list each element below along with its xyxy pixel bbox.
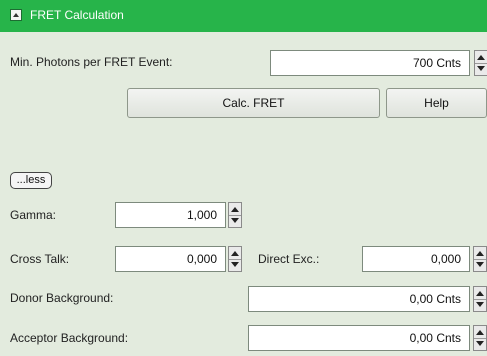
gamma-label: Gamma: [10,208,57,222]
cross-talk-label: Cross Talk: [10,252,70,266]
stepper-down-icon[interactable] [476,341,484,346]
acceptor-background-stepper[interactable] [473,325,487,351]
gamma-input[interactable]: 1,000 [115,202,226,228]
stepper-up-icon[interactable] [231,207,239,212]
donor-background-stepper[interactable] [473,286,487,312]
cross-talk-input[interactable]: 0,000 [115,246,226,272]
min-photons-label: Min. Photons per FRET Event: [10,55,173,69]
stepper-down-icon[interactable] [476,302,484,307]
stepper-down-icon[interactable] [231,262,239,267]
cross-talk-stepper[interactable] [228,246,242,272]
acceptor-background-label: Acceptor Background: [10,331,129,345]
panel-header: FRET Calculation [0,0,487,32]
acceptor-background-input[interactable]: 0,00 Cnts [248,325,470,351]
less-button[interactable]: ...less [10,172,52,189]
stepper-up-icon[interactable] [477,55,485,60]
donor-background-label: Donor Background: [10,291,114,305]
stepper-up-icon[interactable] [476,251,484,256]
direct-exc-stepper[interactable] [473,246,487,272]
gamma-stepper[interactable] [228,202,242,228]
panel-title: FRET Calculation [30,8,124,22]
calc-fret-button[interactable]: Calc. FRET [127,88,380,118]
stepper-up-icon[interactable] [476,291,484,296]
min-photons-input[interactable]: 700 Cnts [270,50,470,76]
stepper-up-icon[interactable] [231,251,239,256]
stepper-up-icon[interactable] [476,330,484,335]
min-photons-stepper[interactable] [474,50,487,76]
stepper-down-icon[interactable] [231,218,239,223]
direct-exc-label: Direct Exc.: [258,252,320,266]
stepper-down-icon[interactable] [477,66,485,71]
help-button[interactable]: Help [386,88,487,118]
stepper-down-icon[interactable] [476,262,484,267]
collapse-toggle-icon[interactable] [10,9,22,21]
donor-background-input[interactable]: 0,00 Cnts [248,286,470,312]
direct-exc-input[interactable]: 0,000 [362,246,470,272]
